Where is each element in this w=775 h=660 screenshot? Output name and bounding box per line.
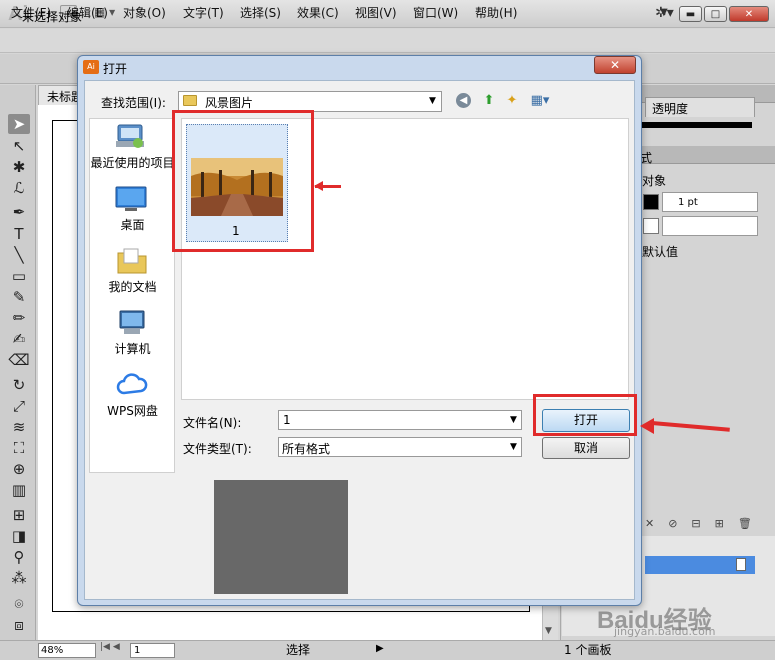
status-tool-select[interactable]: 选择 — [286, 641, 310, 658]
paintbrush-tool-icon[interactable]: ✎ — [8, 287, 30, 307]
direct-selection-tool-icon[interactable]: ↖ — [8, 136, 30, 156]
place-wps-label[interactable]: WPS网盘 — [90, 402, 175, 419]
artboard-tool-icon[interactable]: ⧈ — [8, 615, 30, 635]
file-preview — [214, 480, 348, 594]
stroke-swatch[interactable] — [643, 218, 659, 234]
artboard-select[interactable]: 1 — [130, 643, 175, 658]
menu-select[interactable]: 选择(S) — [240, 4, 281, 21]
magic-wand-tool-icon[interactable]: ✱ — [8, 157, 30, 177]
blend-tool-icon[interactable]: ⁂ — [8, 568, 30, 588]
annotation-arrow-head — [314, 181, 323, 191]
view-menu-icon[interactable]: ▦▾ — [527, 93, 553, 109]
warp-tool-icon[interactable]: ≋ — [8, 417, 30, 437]
close-window-button[interactable]: ✕ — [729, 6, 769, 22]
fill-swatch[interactable] — [643, 194, 659, 210]
selection-status: 未选择对象 — [22, 10, 83, 24]
documents-icon[interactable] — [116, 247, 148, 275]
rectangle-tool-icon[interactable]: ▭ — [8, 266, 30, 286]
chevron-down-icon[interactable]: ▼ — [510, 415, 517, 425]
mesh-tool-icon[interactable]: ⊞ — [8, 505, 30, 525]
look-in-value: 风景图片 — [205, 96, 254, 110]
default-style-label: 默认值 — [642, 245, 679, 259]
opacity-field[interactable] — [662, 216, 758, 236]
zoom-select[interactable]: 48% — [38, 643, 96, 658]
page-icon — [736, 558, 746, 571]
stroke-weight-field[interactable] — [662, 192, 758, 212]
illustrator-app-icon: Ai — [83, 60, 99, 74]
up-folder-icon[interactable]: ⬆ — [480, 93, 498, 109]
computer-icon[interactable] — [116, 309, 148, 337]
shape-builder-tool-icon[interactable]: ⊕ — [8, 459, 30, 479]
object-label: 对象 — [642, 174, 667, 188]
minimize-button[interactable]: ▬ — [679, 6, 702, 22]
file-name-field[interactable]: 1 — [278, 410, 522, 430]
folder-icon — [183, 95, 197, 106]
file-type-select[interactable]: 所有格式 — [278, 437, 522, 457]
desktop-icon[interactable] — [115, 185, 147, 213]
chevron-down-icon[interactable]: ▼ — [429, 96, 436, 106]
magic-wand-icon[interactable]: ✲▾ — [655, 5, 674, 21]
annotation-highlight — [533, 394, 637, 436]
menu-bar — [0, 29, 775, 53]
status-arrow-icon[interactable]: ▶ — [376, 643, 384, 654]
symbol-sprayer-tool-icon[interactable]: ⌾ — [8, 594, 30, 614]
free-transform-tool-icon[interactable]: ⛶ — [8, 438, 30, 458]
menu-help[interactable]: 帮助(H) — [475, 4, 517, 21]
eyedropper-tool-icon[interactable]: ⚲ — [8, 547, 30, 567]
tab-transparency[interactable]: 透明度 — [645, 97, 755, 117]
menu-window[interactable]: 窗口(W) — [413, 4, 458, 21]
places-bar — [89, 118, 175, 473]
cloud-icon[interactable] — [116, 371, 148, 399]
dialog-title: 打开 — [103, 62, 128, 76]
graph-tool-icon[interactable]: ▥ — [8, 480, 30, 500]
recent-items-icon[interactable] — [114, 123, 146, 151]
scroll-down-icon[interactable]: ▼ — [545, 626, 552, 636]
scale-tool-icon[interactable]: ⤢ — [8, 396, 30, 416]
chevron-down-icon[interactable]: ▼ — [510, 442, 517, 452]
rotate-tool-icon[interactable]: ↻ — [8, 375, 30, 395]
file-type-label: 文件类型(T): — [183, 442, 252, 456]
place-documents-label[interactable]: 我的文档 — [90, 278, 175, 295]
place-desktop-label[interactable]: 桌面 — [90, 216, 175, 233]
annotation-highlight — [172, 110, 314, 252]
menu-effect[interactable]: 效果(C) — [297, 4, 339, 21]
menu-object[interactable]: 对象(O) — [123, 4, 166, 21]
pen-tool-icon[interactable]: ✒ — [8, 202, 30, 222]
lasso-tool-icon[interactable]: ℒ — [8, 178, 30, 198]
artboard-count: 1 个画板 — [564, 643, 612, 657]
new-folder-icon[interactable]: ✦ — [503, 93, 521, 109]
blob-brush-tool-icon[interactable]: ✍ — [8, 329, 30, 349]
type-tool-icon[interactable]: T — [8, 224, 30, 244]
menu-view[interactable]: 视图(V) — [355, 4, 397, 21]
eraser-tool-icon[interactable]: ⌫ — [8, 350, 30, 370]
menu-type[interactable]: 文字(T) — [183, 4, 224, 21]
selection-tool-icon[interactable]: ➤ — [8, 114, 30, 134]
watermark-url: jingyan.baidu.com — [614, 625, 716, 638]
artboard-nav-icon[interactable]: |◀ ◀ — [100, 642, 120, 652]
cancel-button[interactable]: 取消 — [542, 437, 630, 459]
dialog-close-button[interactable]: ✕ — [594, 56, 636, 74]
gradient-tool-icon[interactable]: ◨ — [8, 526, 30, 546]
panel-footer-icons[interactable]: ✕⊘⊟⊞🗑 — [645, 517, 766, 530]
pencil-tool-icon[interactable]: ✏ — [8, 308, 30, 328]
look-in-label: 查找范围(I): — [101, 96, 166, 110]
place-computer-label[interactable]: 计算机 — [90, 340, 175, 357]
back-icon[interactable]: ◀ — [456, 93, 471, 108]
stroke-weight-value: 1 pt — [678, 197, 698, 208]
file-name-field-label: 文件名(N): — [183, 416, 242, 430]
maximize-button[interactable]: □ — [704, 6, 727, 22]
place-recent-label[interactable]: 最近使用的项目 — [90, 154, 175, 171]
line-tool-icon[interactable]: ╲ — [8, 245, 30, 265]
document-tab[interactable]: 未标题 — [38, 85, 80, 105]
transparency-slider[interactable] — [642, 122, 752, 128]
